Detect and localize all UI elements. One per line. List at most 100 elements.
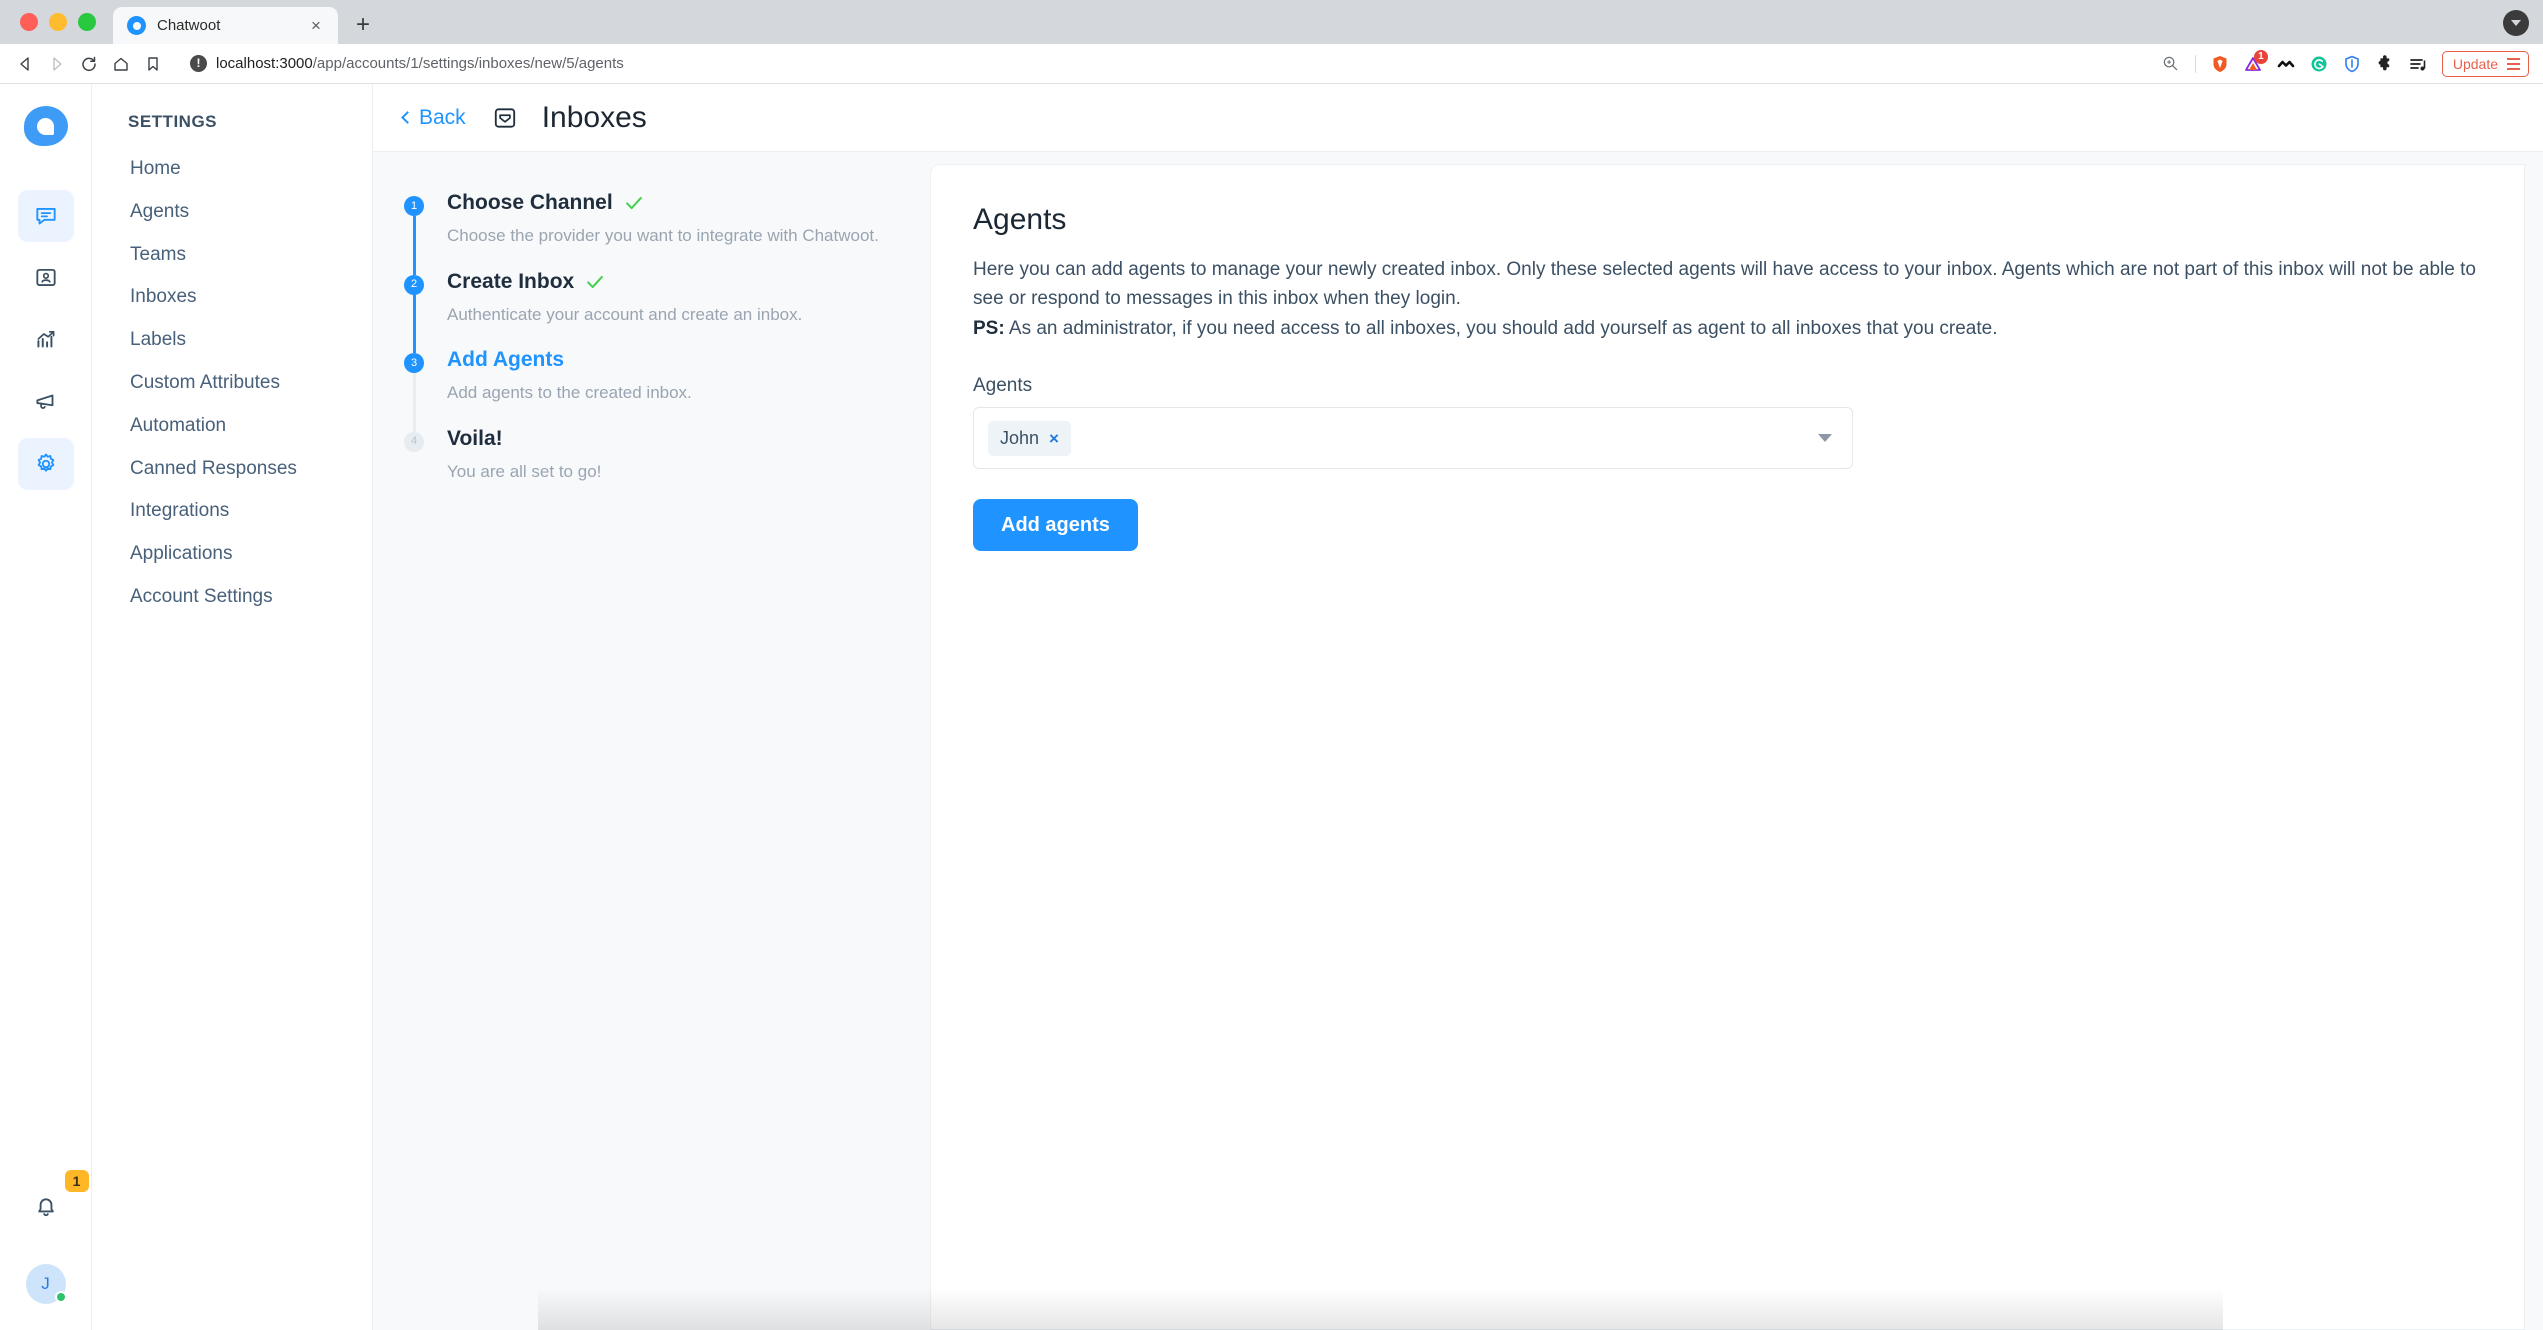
agents-multiselect[interactable]: John × — [973, 407, 1853, 470]
agent-chip-label: John — [1000, 427, 1040, 448]
megaphone-icon — [35, 394, 53, 409]
sidebar-item-automation[interactable]: Automation — [92, 405, 372, 448]
chatwoot-logo-icon — [127, 16, 146, 35]
rail-item-notifications[interactable]: 1 — [18, 1170, 89, 1234]
tampermonkey-icon[interactable] — [2271, 49, 2301, 79]
rail-item-settings[interactable] — [17, 438, 74, 490]
agents-field-label: Agents — [973, 375, 1033, 397]
forward-arrow-icon — [42, 49, 72, 79]
reload-icon[interactable] — [74, 49, 104, 79]
wizard-step-body: Voila! You are all set to go! — [447, 427, 890, 511]
settings-sidebar: SETTINGS Home Agents Teams Inboxes Label… — [92, 84, 373, 1330]
rail-item-contacts[interactable] — [18, 252, 74, 304]
wizard-step-number: 1 — [404, 196, 424, 216]
brave-shield-icon[interactable] — [2205, 49, 2235, 79]
sidebar-item-applications[interactable]: Applications — [92, 533, 372, 576]
wizard-step-head: Choose Channel — [447, 191, 890, 215]
maximize-window-button[interactable] — [78, 13, 96, 31]
primary-icon-rail: 1 J — [0, 84, 92, 1330]
sidebar-item-integrations[interactable]: Integrations — [92, 490, 372, 533]
chevron-left-icon — [401, 110, 414, 124]
agent-chip[interactable]: John × — [988, 420, 1071, 456]
agents-content-card: Agents Here you can add agents to manage… — [930, 164, 2525, 1330]
wizard-step-title: Choose Channel — [447, 191, 613, 214]
browser-tabstrip: Chatwoot × + — [0, 0, 2543, 44]
page-column: Back Inboxes 1 Choose Channel Choose the… — [373, 84, 2543, 1330]
check-icon — [584, 271, 606, 293]
avatar-initial: J — [41, 1274, 50, 1293]
vpn-shield-icon[interactable] — [2337, 49, 2367, 79]
wizard-step-number: 3 — [404, 353, 424, 373]
update-button[interactable]: Update — [2441, 50, 2529, 77]
sidebar-item-canned-responses[interactable]: Canned Responses — [92, 448, 372, 491]
chatwoot-logo[interactable] — [23, 106, 68, 146]
content-description: Here you can add agents to manage your n… — [973, 255, 2482, 343]
wizard-step-body: Create Inbox Authenticate your account a… — [447, 270, 890, 354]
wizard-step-description: You are all set to go! — [447, 461, 602, 481]
playlist-icon[interactable] — [2403, 49, 2433, 79]
rail-item-conversations[interactable] — [17, 190, 74, 242]
sidebar-title: SETTINGS — [128, 112, 218, 131]
address-bar-path: /app/accounts/1/settings/inboxes/new/5/a… — [312, 55, 624, 72]
extensions-puzzle-icon[interactable] — [2370, 49, 2400, 79]
check-icon — [623, 192, 645, 214]
content-title: Agents — [973, 203, 1067, 236]
new-tab-button[interactable]: + — [346, 8, 380, 42]
window-traffic-lights — [0, 13, 113, 44]
address-bar[interactable]: ! localhost:3000/app/accounts/1/settings… — [178, 48, 2148, 79]
update-button-label: Update — [2452, 55, 2498, 72]
rail-item-reports[interactable] — [18, 314, 74, 366]
grammarly-icon[interactable] — [2304, 49, 2334, 79]
tabstrip-right-controls — [2503, 10, 2543, 44]
sidebar-item-custom-attributes[interactable]: Custom Attributes — [92, 362, 372, 405]
brave-rewards-icon[interactable]: 1 — [2238, 49, 2268, 79]
close-tab-button[interactable]: × — [303, 13, 329, 39]
wizard-step-title: Voila! — [447, 426, 503, 450]
wizard-step-connector — [412, 294, 416, 353]
gear-icon — [37, 453, 54, 472]
remove-agent-icon[interactable]: × — [1049, 430, 1059, 447]
sidebar-item-inboxes[interactable]: Inboxes — [92, 276, 372, 319]
toolbar-extensions: 1 Update — [2156, 49, 2529, 79]
sidebar-item-teams[interactable]: Teams — [92, 234, 372, 277]
wizard-step-number: 2 — [404, 274, 424, 295]
sidebar-item-labels[interactable]: Labels — [92, 319, 372, 362]
home-icon[interactable] — [106, 49, 136, 79]
page-header: Back Inboxes — [373, 84, 2543, 152]
tab-search-chevron-icon[interactable] — [2503, 10, 2529, 36]
wizard-step-connector — [412, 216, 416, 275]
sidebar-item-agents[interactable]: Agents — [92, 191, 372, 234]
avatar[interactable]: J — [25, 1264, 67, 1304]
online-status-dot — [54, 1291, 67, 1303]
wizard-step-body: Choose Channel Choose the provider you w… — [447, 191, 890, 275]
minimize-window-button[interactable] — [49, 13, 67, 31]
wizard-step-choose-channel: 1 Choose Channel Choose the provider you… — [401, 191, 890, 275]
sidebar-item-home[interactable]: Home — [92, 148, 372, 191]
browser-tab[interactable]: Chatwoot × — [113, 7, 338, 44]
content-description-ps-text: As an administrator, if you need access … — [1004, 317, 1998, 339]
notifications-badge: 1 — [64, 1170, 89, 1192]
browser-menu-icon[interactable] — [2507, 57, 2520, 70]
wizard-step-rail: 3 — [401, 353, 427, 432]
sidebar-item-account-settings[interactable]: Account Settings — [92, 576, 372, 619]
back-button[interactable]: Back — [401, 106, 466, 130]
bell-icon — [37, 1198, 54, 1217]
close-window-button[interactable] — [20, 13, 38, 31]
page-title: Inboxes — [541, 100, 647, 134]
inbox-setup-wizard: 1 Choose Channel Choose the provider you… — [373, 152, 930, 1330]
brave-rewards-badge: 1 — [2253, 49, 2268, 64]
browser-toolbar: ! localhost:3000/app/accounts/1/settings… — [0, 44, 2543, 84]
back-arrow-icon[interactable] — [10, 49, 40, 79]
rail-item-campaigns[interactable] — [18, 376, 74, 428]
bookmark-icon[interactable] — [138, 49, 168, 79]
chevron-down-icon[interactable] — [1818, 434, 1832, 443]
add-agents-button[interactable]: Add agents — [973, 499, 1138, 552]
page-body: 1 Choose Channel Choose the provider you… — [373, 152, 2543, 1330]
zoom-icon[interactable] — [2156, 49, 2186, 79]
content-description-main: Here you can add agents to manage your n… — [973, 259, 2476, 310]
not-secure-info-icon[interactable]: ! — [190, 55, 207, 72]
wizard-step-description: Add agents to the created inbox. — [447, 383, 692, 402]
wizard-step-connector — [412, 373, 416, 432]
inbox-tray-icon — [492, 105, 518, 131]
wizard-step-description: Choose the provider you want to integrat… — [447, 226, 879, 245]
